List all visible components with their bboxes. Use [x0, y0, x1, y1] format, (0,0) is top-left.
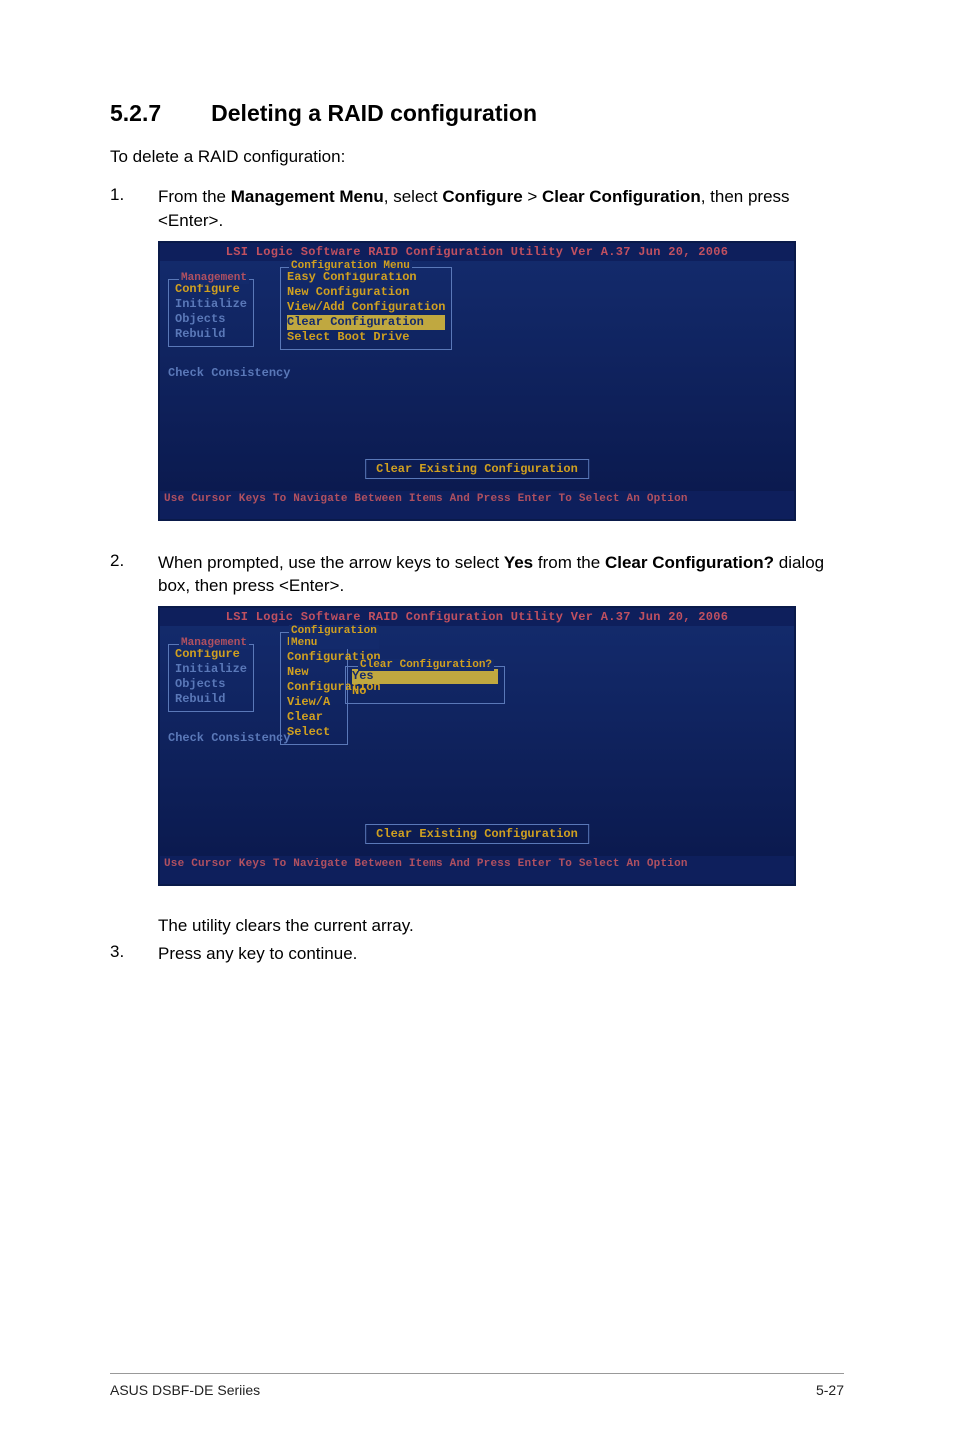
step-2-text: When prompted, use the arrow keys to sel…: [158, 551, 844, 599]
step-3-number: 3.: [110, 942, 158, 966]
footer-left: ASUS DSBF-DE Seriies: [110, 1382, 260, 1398]
config-menu-label: Configuration Menu: [289, 260, 412, 272]
bold-management-menu: Management Menu: [231, 187, 384, 206]
mgmt-item-rebuild-2: Rebuild: [175, 692, 247, 707]
bios-title-2: LSI Logic Software RAID Configuration Ut…: [160, 608, 794, 626]
check-consistency-2: Check Consistency: [168, 731, 290, 745]
step-2-number: 2.: [110, 551, 158, 599]
intro-text: To delete a RAID configuration:: [110, 147, 844, 167]
bold-yes: Yes: [504, 553, 533, 572]
management-menu-box: Management Configure Initialize Objects …: [168, 279, 254, 347]
dialog-label: Clear Configuration?: [358, 659, 494, 671]
dialog-yes-highlighted: Yes: [352, 669, 498, 684]
bios-footer-2: Use Cursor Keys To Navigate Between Item…: [160, 856, 794, 872]
mgmt-item-configure-2: Configure: [175, 647, 247, 662]
step-3-text: Press any key to continue.: [158, 942, 844, 966]
mgmt-item-rebuild: Rebuild: [175, 327, 247, 342]
management-menu-box-2: Management Configure Initialize Objects …: [168, 644, 254, 712]
cfg-clear-2: Clear: [287, 710, 341, 725]
step-2: 2. When prompted, use the arrow keys to …: [110, 551, 844, 599]
post-step2-text: The utility clears the current array.: [158, 916, 844, 936]
configuration-menu-box-2: Configuration Menu Easy Configuration Ne…: [280, 632, 348, 745]
step-1-text: From the Management Menu, select Configu…: [158, 185, 844, 233]
section-heading: 5.2.7 Deleting a RAID configuration: [110, 100, 844, 127]
management-menu-label-2: Management: [179, 637, 249, 649]
management-menu-label: Management: [179, 272, 249, 284]
clear-configuration-dialog: Clear Configuration? Yes No: [345, 666, 505, 704]
bios-screenshot-1: LSI Logic Software RAID Configuration Ut…: [158, 241, 796, 521]
step-1-number: 1.: [110, 185, 158, 233]
page-footer: ASUS DSBF-DE Seriies 5-27: [110, 1373, 844, 1398]
bios-footer-1: Use Cursor Keys To Navigate Between Item…: [160, 491, 794, 507]
config-menu-label-2: Configuration Menu: [289, 625, 379, 649]
bios-title-1: LSI Logic Software RAID Configuration Ut…: [160, 243, 794, 261]
section-number: 5.2.7: [110, 100, 161, 127]
footer-right: 5-27: [816, 1382, 844, 1398]
bold-configure: Configure: [442, 187, 522, 206]
mgmt-item-initialize: Initialize: [175, 297, 247, 312]
bold-clear-config-dialog: Clear Configuration?: [605, 553, 774, 572]
bios-desc-1: Clear Existing Configuration: [365, 459, 589, 479]
cfg-selectboot: Select Boot Drive: [287, 330, 445, 345]
bios-desc-2: Clear Existing Configuration: [365, 824, 589, 844]
mgmt-item-initialize-2: Initialize: [175, 662, 247, 677]
cfg-new-2: New Configuration: [287, 665, 341, 695]
configuration-menu-box: Configuration Menu Easy Configuration Ne…: [280, 267, 452, 350]
mgmt-item-objects-2: Objects: [175, 677, 247, 692]
cfg-clear-highlighted: Clear Configuration: [287, 315, 445, 330]
bios-screenshot-2: LSI Logic Software RAID Configuration Ut…: [158, 606, 796, 886]
bios-body-2: Management Configure Initialize Objects …: [160, 626, 794, 856]
section-title: Deleting a RAID configuration: [211, 100, 537, 126]
cfg-easy: Easy Configuration: [287, 270, 445, 285]
dialog-no: No: [352, 684, 498, 699]
cfg-viewa-2: View/A: [287, 695, 341, 710]
mgmt-item-configure: Configure: [175, 282, 247, 297]
bios-body-1: Management Configure Initialize Objects …: [160, 261, 794, 491]
mgmt-item-objects: Objects: [175, 312, 247, 327]
cfg-viewadd: View/Add Configuration: [287, 300, 445, 315]
check-consistency: Check Consistency: [168, 366, 290, 380]
step-1: 1. From the Management Menu, select Conf…: [110, 185, 844, 233]
bold-clear-configuration: Clear Configuration: [542, 187, 701, 206]
step-3: 3. Press any key to continue.: [110, 942, 844, 966]
cfg-new: New Configuration: [287, 285, 445, 300]
cfg-select-2: Select: [287, 725, 341, 740]
